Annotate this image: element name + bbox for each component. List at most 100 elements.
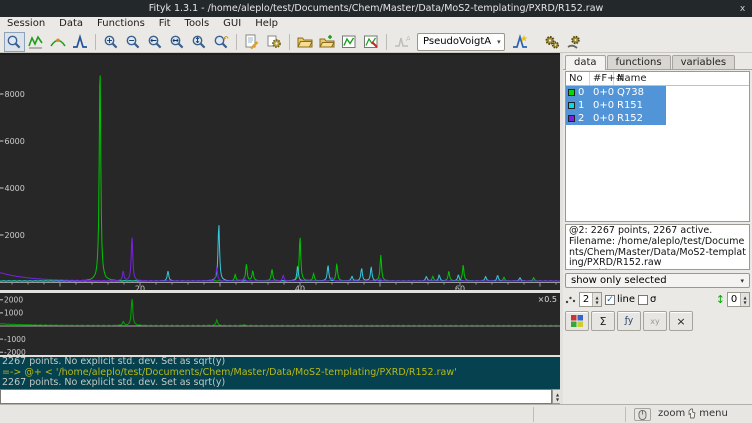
tab-variables[interactable]: variables — [672, 55, 736, 69]
zoom-all-button[interactable]: ↶ — [211, 32, 232, 52]
line-checkbox[interactable]: ✓ line — [605, 294, 635, 305]
zoom-all-icon: ↶ — [213, 34, 229, 50]
add-function-icon — [512, 34, 528, 50]
menu-tools[interactable]: Tools — [178, 17, 217, 31]
mouse-hint-button[interactable] — [634, 408, 651, 421]
sum-button[interactable]: Σ — [591, 311, 615, 331]
toolbar-separator — [386, 34, 387, 50]
menubar: SessionDataFunctionsFitToolsGUIHelp — [0, 17, 752, 31]
dataset-color-swatch — [568, 89, 575, 96]
menu-help[interactable]: Help — [248, 17, 285, 31]
hand-pointer-icon — [688, 408, 696, 419]
tab-data[interactable]: data — [565, 55, 606, 70]
mouse-hint-text: zoom menu — [658, 408, 728, 419]
fit-run-button[interactable] — [541, 32, 562, 52]
rename-icon: ƒy — [625, 316, 634, 326]
main-plot-canvas[interactable]: 2000400060008000204060 — [0, 55, 560, 290]
cell-name: Q738 — [614, 86, 666, 99]
cell-ff: 0+0 — [590, 99, 614, 112]
cell-ff: 0+0 — [590, 112, 614, 125]
zoom-vertical-button[interactable]: ↕ — [189, 32, 210, 52]
delete-icon: × — [676, 315, 685, 328]
close-icon[interactable]: x — [736, 2, 749, 15]
spinner-arrows-icon[interactable]: ▲▼ — [740, 293, 749, 306]
toolbar: + − ←↔↕↶ A PseudoVoigtA▾ — [0, 31, 752, 53]
menu-data[interactable]: Data — [52, 17, 90, 31]
auto-add-icon: A — [394, 34, 410, 50]
auto-add-button[interactable]: A — [392, 32, 413, 52]
table-row[interactable]: 20+0R152 — [566, 112, 666, 125]
spin-down-icon[interactable]: ▼ — [556, 397, 559, 402]
menu-fit[interactable]: Fit — [152, 17, 178, 31]
zoom-prev-icon: ← — [147, 34, 163, 50]
add-peak-mode-button[interactable] — [70, 32, 91, 52]
edit-script-button[interactable] — [242, 32, 263, 52]
console-line-output: 2267 points. No explicit std. dev. Set a… — [2, 378, 558, 389]
sigma-label: σ — [650, 294, 656, 305]
cell-no: 1 — [566, 99, 590, 112]
main-plot[interactable]: 2000400060008000204060 — [0, 55, 560, 290]
aux-residual-line — [0, 299, 560, 326]
shift-spinner[interactable]: 0 ▲▼ — [727, 292, 750, 307]
colors-button[interactable] — [565, 311, 589, 331]
fit-settings-icon — [566, 34, 582, 50]
save-session-button[interactable] — [361, 32, 382, 52]
zoom-in-button[interactable]: + — [101, 32, 122, 52]
point-size-spinner[interactable]: 2 ▲▼ — [579, 292, 602, 307]
dataset-color-swatch — [568, 102, 575, 109]
delete-button[interactable]: × — [669, 311, 693, 331]
zoom-prev-button[interactable]: ← — [145, 32, 166, 52]
data-list[interactable]: No #F+# Name 00+0Q73810+0R15120+0R152 — [565, 71, 750, 222]
execute-script-button[interactable] — [264, 32, 285, 52]
cell-no: 0 — [566, 86, 590, 99]
line-label: line — [617, 294, 635, 305]
add-peak-mode-icon — [72, 34, 88, 50]
output-console[interactable]: 2267 points. No explicit std. dev. Set a… — [0, 357, 560, 389]
load-data-custom-button[interactable] — [317, 32, 338, 52]
load-data-button[interactable] — [295, 32, 316, 52]
zoom-mode-button[interactable] — [4, 32, 25, 52]
checkbox-unchecked-icon[interactable] — [638, 295, 648, 305]
menu-functions[interactable]: Functions — [90, 17, 152, 31]
point-size-value: 2 — [580, 293, 592, 306]
fit-run-icon — [544, 34, 560, 50]
function-type-combo[interactable]: PseudoVoigtA▾ — [417, 33, 505, 51]
sigma-checkbox[interactable]: σ — [638, 294, 656, 305]
cell-ff: 0+0 — [590, 86, 614, 99]
shift-control: ↕ 0 ▲▼ — [716, 292, 750, 307]
filter-dropdown[interactable]: show only selected ▾ — [565, 273, 750, 288]
svg-text:+: + — [106, 36, 113, 45]
cell-name: R151 — [614, 99, 666, 112]
svg-text:-2000: -2000 — [4, 348, 26, 355]
add-function-button[interactable] — [509, 32, 530, 52]
baseline-mode-button[interactable] — [48, 32, 69, 52]
dataset-color-swatch — [568, 115, 575, 122]
checkbox-checked-icon[interactable]: ✓ — [605, 295, 615, 305]
sidebar-filler — [563, 331, 752, 404]
aux-plot-canvas[interactable]: 20001000-1000-2000×0.5 — [0, 293, 560, 355]
menu-session[interactable]: Session — [0, 17, 52, 31]
range-mode-icon — [28, 34, 44, 50]
titlebar[interactable]: Fityk 1.3.1 - /home/aleplo/test/Document… — [0, 0, 752, 17]
zoom-out-button[interactable]: − — [123, 32, 144, 52]
aux-plot[interactable]: 20001000-1000-2000×0.5 — [0, 293, 560, 355]
range-mode-button[interactable] — [26, 32, 47, 52]
svg-text:−: − — [128, 36, 135, 45]
table-row[interactable]: 10+0R151 — [566, 99, 666, 112]
zoom-horizontal-button[interactable]: ↔ — [167, 32, 188, 52]
spinner-arrows-icon[interactable]: ▲▼ — [592, 293, 601, 306]
menu-hint-label: menu — [699, 408, 728, 419]
table-row[interactable]: 00+0Q738 — [566, 86, 666, 99]
edit-data-button[interactable]: xy — [643, 311, 667, 331]
tab-functions[interactable]: functions — [607, 55, 671, 69]
execute-script-icon — [266, 34, 282, 50]
statusbar: zoom menu — [0, 404, 752, 423]
edit-script-icon — [244, 34, 260, 50]
rename-button[interactable]: ƒy — [617, 311, 641, 331]
command-input[interactable] — [0, 389, 552, 404]
mouse-icon — [638, 410, 647, 420]
fit-settings-button[interactable] — [563, 32, 584, 52]
menu-gui[interactable]: GUI — [216, 17, 248, 31]
save-image-button[interactable] — [339, 32, 360, 52]
shift-value: 0 — [728, 293, 740, 306]
